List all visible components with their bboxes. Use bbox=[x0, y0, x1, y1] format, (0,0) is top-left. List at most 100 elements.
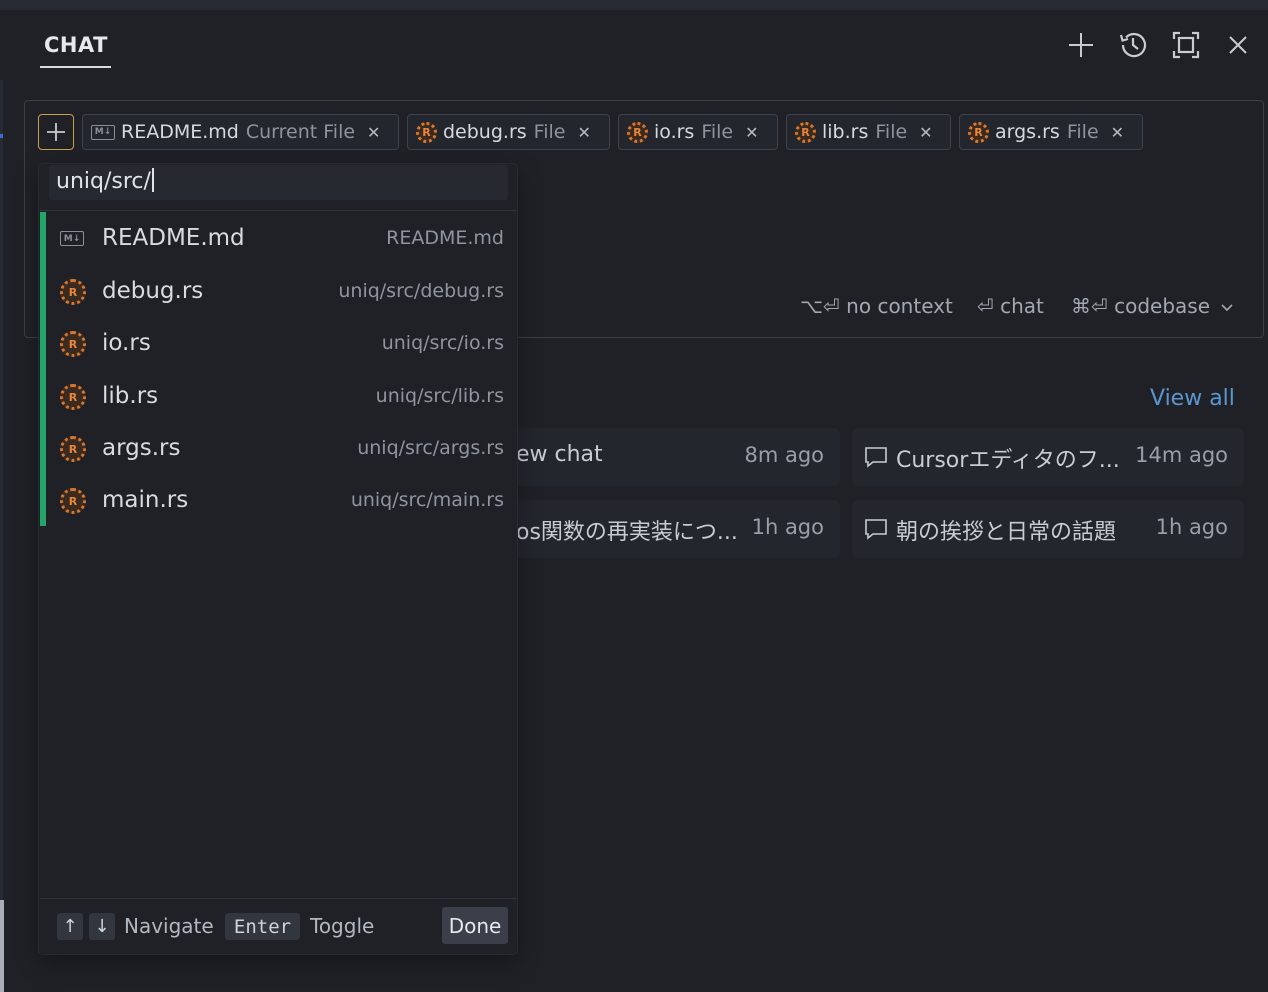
file-result-name: README.md bbox=[102, 225, 245, 251]
hint-no-context[interactable]: ⌥⏎ no context bbox=[800, 294, 953, 318]
history-item-title: ew chat bbox=[516, 442, 603, 467]
rust-icon: R bbox=[416, 121, 437, 143]
maximize-icon bbox=[1172, 31, 1200, 59]
file-result-name: debug.rs bbox=[102, 278, 204, 304]
file-search-input[interactable]: uniq/src/ bbox=[56, 168, 154, 194]
file-result-name: io.rs bbox=[102, 330, 151, 356]
history-button[interactable] bbox=[1116, 28, 1150, 62]
left-panel-edge bbox=[0, 80, 3, 992]
chat-bubble-icon bbox=[865, 519, 887, 540]
context-pill-io[interactable]: R io.rs File ✕ bbox=[618, 114, 778, 150]
pill-type: File bbox=[1066, 121, 1099, 143]
left-panel-scrollbar[interactable] bbox=[0, 900, 4, 992]
view-all-link[interactable]: View all bbox=[1150, 386, 1235, 411]
file-result-path: uniq/src/debug.rs bbox=[338, 280, 504, 302]
pill-name: README.md bbox=[121, 121, 239, 143]
hint-codebase[interactable]: ⌘⏎ codebase bbox=[1071, 294, 1234, 318]
up-arrow-key: ↑ bbox=[57, 913, 83, 940]
markdown-icon: M↓ bbox=[60, 231, 84, 246]
markdown-icon: M↓ bbox=[91, 124, 115, 140]
file-result-lib[interactable]: R lib.rs uniq/src/lib.rs bbox=[46, 371, 516, 423]
tab-active-underline bbox=[40, 66, 111, 68]
rust-icon: R bbox=[60, 488, 86, 514]
file-result-path: README.md bbox=[386, 227, 504, 249]
history-item[interactable]: os関数の再実装につ... 1h ago bbox=[500, 500, 840, 558]
pill-type: Current File bbox=[245, 121, 356, 143]
tab-chat[interactable]: CHAT bbox=[40, 30, 111, 68]
down-arrow-key: ↓ bbox=[89, 913, 115, 940]
history-item-title: 朝の挨拶と日常の話題 bbox=[896, 520, 1117, 545]
pill-type: File bbox=[533, 121, 566, 143]
rust-icon: R bbox=[60, 279, 86, 305]
history-item-time: 1h ago bbox=[751, 515, 824, 539]
close-button[interactable] bbox=[1221, 28, 1255, 62]
left-panel-accent bbox=[0, 134, 3, 138]
file-result-debug[interactable]: R debug.rs uniq/src/debug.rs bbox=[46, 266, 516, 318]
tab-chat-label: CHAT bbox=[44, 33, 108, 57]
text-caret bbox=[151, 168, 154, 192]
done-button[interactable]: Done bbox=[442, 907, 508, 944]
file-result-name: args.rs bbox=[102, 435, 181, 461]
close-icon[interactable]: ✕ bbox=[1111, 123, 1124, 142]
file-result-path: uniq/src/args.rs bbox=[357, 437, 504, 459]
option-enter-key: ⌥⏎ bbox=[800, 294, 840, 318]
cmd-enter-key: ⌘⏎ bbox=[1071, 294, 1108, 318]
rust-icon: R bbox=[795, 121, 816, 143]
file-result-name: main.rs bbox=[102, 487, 189, 513]
file-search-query: uniq/src/ bbox=[56, 169, 151, 194]
add-context-button[interactable] bbox=[38, 114, 74, 150]
close-icon[interactable]: ✕ bbox=[745, 123, 758, 142]
history-item[interactable]: ew chat 8m ago bbox=[500, 428, 840, 486]
file-result-main[interactable]: R main.rs uniq/src/main.rs bbox=[46, 475, 516, 527]
history-item[interactable]: Cursorエディタのフ... 14m ago bbox=[852, 428, 1244, 486]
rust-icon: R bbox=[60, 436, 86, 462]
history-item-title: Cursorエディタのフ... bbox=[896, 448, 1120, 473]
file-result-name: lib.rs bbox=[102, 383, 159, 409]
window-top-strip bbox=[0, 0, 1268, 10]
navigate-label: Navigate bbox=[124, 914, 214, 938]
chat-bubble-icon bbox=[865, 447, 887, 468]
toggle-label: Toggle bbox=[310, 914, 375, 938]
history-item[interactable]: 朝の挨拶と日常の話題 1h ago bbox=[852, 500, 1244, 558]
context-pill-debug[interactable]: R debug.rs File ✕ bbox=[407, 114, 610, 150]
file-result-args[interactable]: R args.rs uniq/src/args.rs bbox=[46, 423, 516, 475]
context-pill-lib[interactable]: R lib.rs File ✕ bbox=[786, 114, 951, 150]
rust-icon: R bbox=[968, 121, 989, 143]
file-result-path: uniq/src/lib.rs bbox=[375, 385, 504, 407]
rust-icon: R bbox=[60, 384, 86, 410]
new-chat-button[interactable] bbox=[1064, 28, 1098, 62]
chevron-down-icon bbox=[1221, 304, 1233, 312]
pill-name: io.rs bbox=[654, 121, 695, 143]
pill-type: File bbox=[875, 121, 908, 143]
plus-icon bbox=[1069, 33, 1093, 57]
history-item-time: 1h ago bbox=[1155, 515, 1228, 539]
rust-icon: R bbox=[60, 331, 86, 357]
pill-name: debug.rs bbox=[443, 121, 527, 143]
maximize-button[interactable] bbox=[1169, 28, 1203, 62]
rust-icon: R bbox=[627, 121, 648, 143]
file-result-readme[interactable]: M↓ README.md README.md bbox=[46, 213, 516, 265]
close-icon[interactable]: ✕ bbox=[367, 123, 380, 142]
hint-codebase-label: codebase bbox=[1114, 294, 1211, 318]
enter-key: Enter bbox=[225, 913, 300, 940]
context-pill-args[interactable]: R args.rs File ✕ bbox=[959, 114, 1143, 150]
history-item-time: 14m ago bbox=[1135, 443, 1228, 467]
hint-no-context-label: no context bbox=[846, 294, 953, 318]
history-item-time: 8m ago bbox=[744, 443, 824, 467]
close-icon[interactable]: ✕ bbox=[577, 123, 590, 142]
file-result-io[interactable]: R io.rs uniq/src/io.rs bbox=[46, 318, 516, 370]
enter-key: ⏎ bbox=[977, 294, 994, 318]
context-pill-readme[interactable]: M↓ README.md Current File ✕ bbox=[82, 114, 399, 150]
pill-name: args.rs bbox=[995, 121, 1060, 143]
hint-chat-label: chat bbox=[1000, 294, 1044, 318]
divider bbox=[40, 898, 516, 899]
close-icon bbox=[1229, 36, 1247, 54]
file-result-path: uniq/src/io.rs bbox=[381, 332, 504, 354]
hint-chat[interactable]: ⏎ chat bbox=[977, 294, 1044, 318]
pill-name: lib.rs bbox=[822, 121, 869, 143]
file-result-path: uniq/src/main.rs bbox=[350, 489, 504, 511]
pill-type: File bbox=[701, 121, 734, 143]
history-icon bbox=[1119, 32, 1147, 58]
history-item-title: os関数の再実装につ... bbox=[516, 520, 738, 545]
close-icon[interactable]: ✕ bbox=[919, 123, 932, 142]
